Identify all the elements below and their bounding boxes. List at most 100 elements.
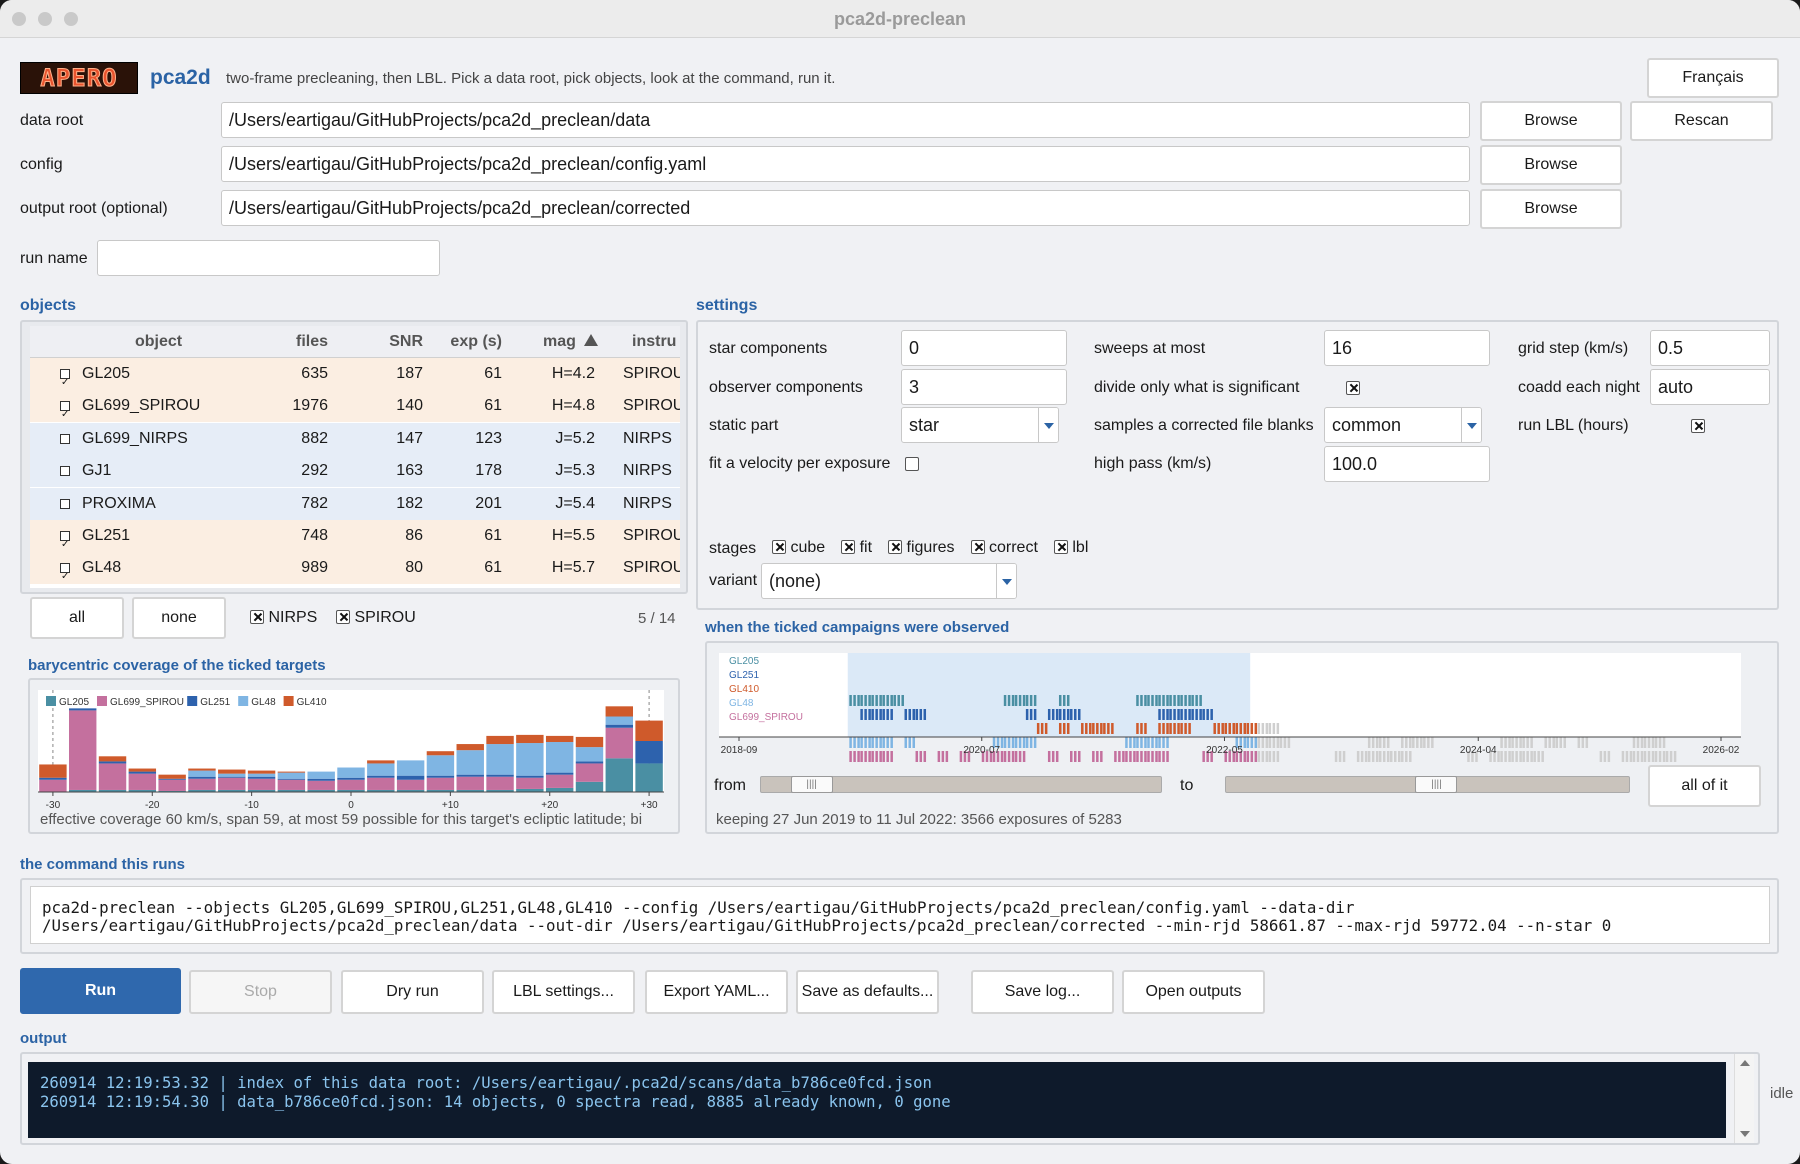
all-of-it-button[interactable]: all of it <box>1648 765 1761 807</box>
filter-spirou-checkbox[interactable] <box>336 610 350 624</box>
lbl-settings-button[interactable]: LBL settings... <box>492 970 635 1014</box>
stage-checkbox[interactable] <box>888 540 903 554</box>
row-checkbox[interactable] <box>60 529 70 561</box>
run-lbl-checkbox[interactable] <box>1690 419 1705 433</box>
run-button[interactable]: Run <box>20 968 181 1014</box>
save-log-button[interactable]: Save log... <box>971 970 1114 1014</box>
static-part-combo[interactable]: star <box>901 407 1059 443</box>
col-snr[interactable]: SNR <box>389 326 423 358</box>
table-row[interactable]: GJ1 292 163 178 J=5.3 NIRPS <box>30 455 680 488</box>
obs-tick <box>1162 695 1165 706</box>
run-name-input[interactable] <box>97 240 440 276</box>
rescan-button[interactable]: Rescan <box>1630 101 1773 141</box>
divide-significant-checkbox[interactable] <box>1346 381 1361 395</box>
col-object[interactable]: object <box>135 326 182 358</box>
obs-tick <box>1066 695 1070 706</box>
open-outputs-button[interactable]: Open outputs <box>1122 970 1265 1014</box>
from-slider[interactable]: |||| <box>760 776 1162 793</box>
coadd-night-input[interactable]: auto <box>1650 369 1770 405</box>
to-slider[interactable]: |||| <box>1225 776 1630 793</box>
row-checkbox[interactable] <box>60 498 70 509</box>
stage-checkbox[interactable] <box>841 540 856 554</box>
language-button[interactable]: Français <box>1647 58 1779 98</box>
table-row[interactable]: PROXIMA 782 182 201 J=5.4 NIRPS <box>30 487 680 520</box>
select-none-button[interactable]: none <box>132 597 226 639</box>
col-files[interactable]: files <box>296 326 328 358</box>
stage-checkbox[interactable] <box>970 540 985 554</box>
output-root-browse-button[interactable]: Browse <box>1480 189 1622 229</box>
obs-tick <box>1100 723 1103 734</box>
stage-figures[interactable]: figures <box>888 539 955 556</box>
output-scrollbar[interactable] <box>1734 1054 1754 1143</box>
stage-fit[interactable]: fit <box>841 539 872 556</box>
col-exp[interactable]: exp (s) <box>450 326 502 358</box>
observer-components-input[interactable]: 3 <box>901 369 1067 405</box>
row-checkbox[interactable] <box>60 399 70 431</box>
row-checkbox[interactable] <box>60 561 70 588</box>
stage-label: lbl <box>1072 539 1089 556</box>
stage-lbl[interactable]: lbl <box>1053 539 1089 556</box>
from-slider-thumb[interactable]: |||| <box>790 776 833 793</box>
config-browse-button[interactable]: Browse <box>1480 145 1622 185</box>
obs-tick <box>1632 751 1636 762</box>
hist-bar-GL48 <box>218 773 246 777</box>
static-part-dropdown-icon[interactable] <box>1038 408 1058 442</box>
filter-nirps-checkbox[interactable] <box>250 610 264 624</box>
data-root-input[interactable]: /Users/eartigau/GitHubProjects/pca2d_pre… <box>221 102 1470 138</box>
samples-blanks-combo[interactable]: common <box>1324 407 1482 443</box>
star-components-input[interactable]: 0 <box>901 330 1067 366</box>
stop-button[interactable]: Stop <box>189 970 332 1014</box>
variant-combo[interactable]: (none) <box>761 563 1017 599</box>
col-instru[interactable]: instru <box>632 326 676 358</box>
col-mag[interactable]: mag <box>543 326 599 358</box>
obs-tick <box>1651 751 1655 762</box>
cell-inst: NIRPS <box>623 462 672 480</box>
output-log[interactable]: 260914 12:19:53.32 | index of this data … <box>28 1062 1726 1138</box>
obs-tick <box>1096 723 1099 734</box>
filter-nirps[interactable]: NIRPS <box>250 609 317 627</box>
export-yaml-button[interactable]: Export YAML... <box>645 970 788 1014</box>
select-all-button[interactable]: all <box>30 597 124 639</box>
stage-checkbox[interactable] <box>772 540 786 554</box>
stage-cube[interactable]: cube <box>772 539 825 556</box>
samples-blanks-dropdown-icon[interactable] <box>1461 408 1481 442</box>
obs-tick <box>1665 751 1669 762</box>
variant-dropdown-icon[interactable] <box>996 564 1016 598</box>
cell-name: PROXIMA <box>82 494 156 512</box>
row-checkbox[interactable] <box>60 367 70 399</box>
to-slider-thumb[interactable]: |||| <box>1415 776 1458 793</box>
table-row[interactable]: GL48 989 80 61 H=5.7 SPIROU <box>30 552 680 588</box>
row-checkbox[interactable] <box>60 466 70 477</box>
scroll-up-icon[interactable] <box>1740 1060 1750 1066</box>
obs-tick <box>864 751 867 762</box>
observation-timeline: GL205 GL251 GL410 GL48 GL699_SPIROU 2018-09 20… <box>719 653 1741 762</box>
table-row[interactable]: GL205 635 187 61 H=4.2 SPIROU <box>30 358 680 399</box>
obs-tick <box>1654 737 1658 748</box>
filter-spirou[interactable]: SPIROU <box>336 609 416 627</box>
dry-run-button[interactable]: Dry run <box>341 970 484 1014</box>
grid-step-input[interactable]: 0.5 <box>1650 330 1770 366</box>
obs-tick <box>1140 737 1143 748</box>
table-row[interactable]: GL251 748 86 61 H=5.5 SPIROU <box>30 520 680 561</box>
config-input[interactable]: /Users/eartigau/GitHubProjects/pca2d_pre… <box>221 146 1470 182</box>
command-box[interactable]: pca2d-preclean --objects GL205,GL699_SPI… <box>30 886 1770 944</box>
obs-tick <box>890 751 893 762</box>
row-checkbox[interactable] <box>60 433 70 444</box>
stage-correct[interactable]: correct <box>970 539 1038 556</box>
high-pass-input[interactable]: 100.0 <box>1324 446 1490 482</box>
obs-tick <box>1519 751 1522 762</box>
table-row[interactable]: GL699_NIRPS 882 147 123 J=5.2 NIRPS <box>30 422 680 455</box>
stage-checkbox[interactable] <box>1053 540 1068 554</box>
hist-bar-GL410 <box>39 764 67 778</box>
title-bar: pca2d-preclean <box>0 0 1800 38</box>
scroll-down-icon[interactable] <box>1740 1131 1750 1137</box>
save-defaults-button[interactable]: Save as defaults... <box>796 970 939 1014</box>
obs-tick <box>1136 737 1139 748</box>
fit-velocity-checkbox[interactable] <box>905 457 919 471</box>
output-root-input[interactable]: /Users/eartigau/GitHubProjects/pca2d_pre… <box>221 190 1470 226</box>
data-root-browse-button[interactable]: Browse <box>1480 101 1622 141</box>
sweeps-input[interactable]: 16 <box>1324 330 1490 366</box>
table-row[interactable]: GL699_SPIROU 1976 140 61 H=4.8 SPIROU <box>30 390 680 431</box>
obs-tick <box>1070 709 1073 720</box>
hist-bar-GL48 <box>456 750 484 775</box>
